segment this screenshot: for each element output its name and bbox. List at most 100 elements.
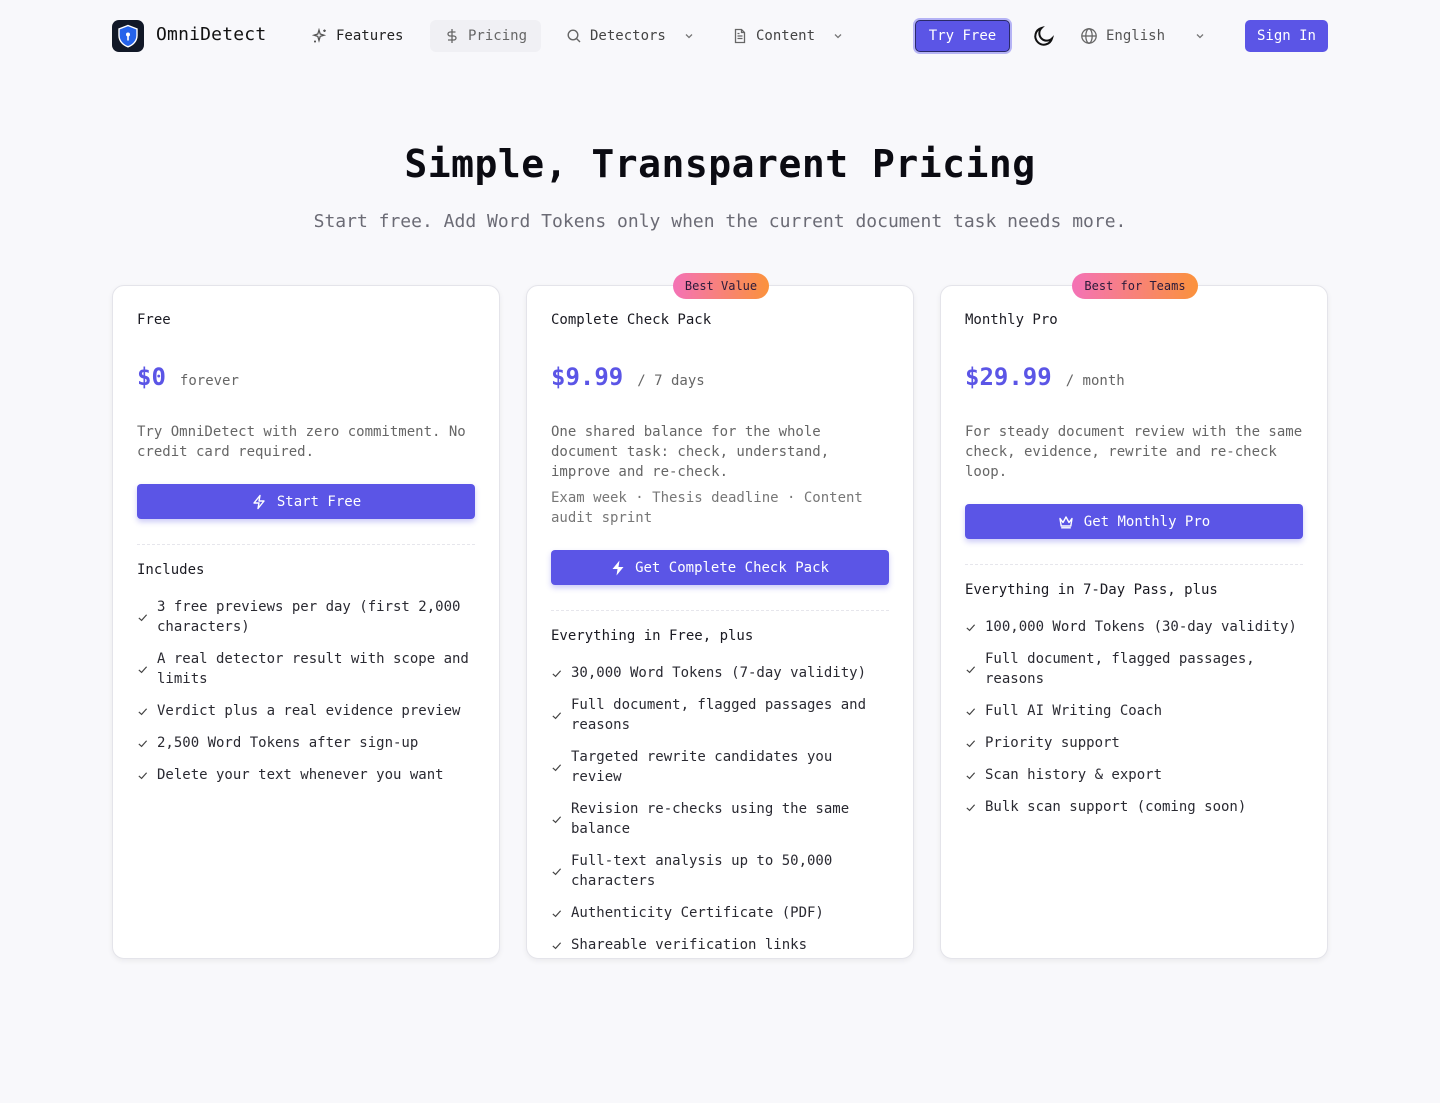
check-icon [966,803,976,811]
feature-text: 100,000 Word Tokens (30-day validity) [985,619,1297,635]
page-title: Simple, Transparent Pricing [404,142,1036,186]
feature-text: 3 free previews per day (first 2,000 cha… [157,599,461,635]
check-icon [138,707,148,715]
best-value-badge: Best Value [673,273,769,299]
features-title: Everything in 7-Day Pass, plus [965,582,1218,598]
search-icon [567,29,581,43]
chevron-down-icon [1196,34,1204,39]
nav-content[interactable]: Content [718,20,857,52]
crown-icon [1059,515,1073,528]
get-monthly-pro-button[interactable]: Get Monthly Pro [965,504,1303,539]
plan-use-cases: Exam week · Thesis deadline · Content au… [551,490,863,526]
cta-label: Get Monthly Pro [1083,513,1211,530]
language-select[interactable]: English [1080,20,1205,52]
nav-pricing[interactable]: Pricing [430,20,542,52]
plan-price: $29.99 [965,363,1052,391]
feature-item: Full document, flagged passages and reas… [551,695,889,735]
feature-list: 100,000 Word Tokens (30-day validity) Fu… [965,617,1303,829]
nav-content-label: Content [756,28,816,44]
sparkles-icon [312,28,327,43]
feature-item: Targeted rewrite candidates you review [551,747,889,787]
get-complete-check-pack-button[interactable]: Get Complete Check Pack [551,550,889,585]
feature-text: A real detector result with scope and li… [157,651,469,687]
page-subtitle: Start free. Add Word Tokens only when th… [313,211,1127,232]
plan-description: One shared balance for the whole documen… [551,424,830,480]
chevron-down-icon [685,34,693,39]
feature-text: Delete your text whenever you want [157,767,444,783]
check-icon [552,941,562,949]
nav-detectors[interactable]: Detectors [552,20,708,52]
theme-toggle[interactable] [1030,22,1058,50]
feature-text: 2,500 Word Tokens after sign-up [157,735,419,751]
nav-features[interactable]: Features [298,20,417,52]
feature-item: Verdict plus a real evidence preview [137,701,475,721]
feature-item: Priority support [965,733,1303,753]
feature-item: Delete your text whenever you want [137,765,475,785]
features-title: Everything in Free, plus [551,628,754,644]
nav-features-label: Features [336,28,404,44]
start-free-button[interactable]: Start Free [137,484,475,519]
feature-list: 3 free previews per day (first 2,000 cha… [137,597,475,797]
check-icon [138,665,148,673]
logo[interactable] [112,20,144,52]
feature-item: Bulk scan support (coming soon) [965,797,1303,817]
divider [551,610,889,611]
feature-text: Priority support [985,735,1120,751]
feature-text: Full document, flagged passages, reasons [985,651,1255,687]
check-icon [966,623,976,631]
sign-in-button[interactable]: Sign In [1245,20,1328,52]
feature-item: Revision re-checks using the same balanc… [551,799,889,839]
feature-text: Full AI Writing Coach [985,703,1163,719]
plan-name: Free [137,312,171,328]
plan-name: Complete Check Pack [551,312,712,328]
nav-pricing-label: Pricing [468,28,528,44]
language-label: English [1106,28,1166,44]
check-icon [552,815,562,823]
nav-detectors-label: Detectors [590,28,666,44]
dollar-icon [447,29,457,43]
check-icon [966,665,976,673]
feature-text: 30,000 Word Tokens (7-day validity) [571,665,867,681]
plan-card-free: Free $0 forever Try OmniDetect with zero… [112,285,500,959]
check-icon [552,669,562,677]
feature-item: Scan history & export [965,765,1303,785]
check-icon [138,739,148,747]
brand-name[interactable]: OmniDetect [156,24,266,45]
plan-description: For steady document review with the same… [965,424,1303,480]
feature-item: Authenticity Certificate (PDF) [551,903,889,923]
feature-item: Full-text analysis up to 50,000 characte… [551,851,889,891]
globe-icon [1081,28,1097,44]
feature-item: 3 free previews per day (first 2,000 cha… [137,597,475,637]
lightning-filled-icon [612,560,624,575]
price-row: $9.99 / 7 days [551,363,705,391]
plan-card-monthly-pro: Best for Teams Monthly Pro $29.99 / mont… [940,273,1328,959]
check-icon [552,867,562,875]
feature-text: Shareable verification links [571,937,808,953]
plan-card-complete-check: Best Value Complete Check Pack $9.99 / 7… [526,273,914,959]
feature-item: Full document, flagged passages, reasons [965,649,1303,689]
top-nav: OmniDetect Features Pricing Detectors Co… [0,0,1440,72]
features-title: Includes [137,562,205,578]
plan-period: forever [179,373,239,389]
check-icon [552,763,562,771]
feature-text: Targeted rewrite candidates you review [571,749,833,785]
check-icon [966,739,976,747]
check-icon [552,909,562,917]
divider [137,544,475,545]
try-free-button[interactable]: Try Free [915,20,1010,52]
feature-text: Bulk scan support (coming soon) [985,799,1247,815]
plan-period: / 7 days [637,373,705,389]
feature-text: Authenticity Certificate (PDF) [571,905,824,921]
price-row: $0 forever [137,363,239,391]
plan-name: Monthly Pro [965,312,1058,328]
check-icon [138,771,148,779]
check-icon [966,771,976,779]
document-icon [734,28,746,44]
feature-item: 30,000 Word Tokens (7-day validity) [551,663,889,683]
chevron-down-icon [834,34,842,39]
plan-description-block: One shared balance for the whole documen… [551,422,889,528]
check-icon [138,613,148,621]
plan-period: / month [1065,373,1125,389]
check-icon [966,707,976,715]
feature-text: Verdict plus a real evidence preview [157,703,461,719]
